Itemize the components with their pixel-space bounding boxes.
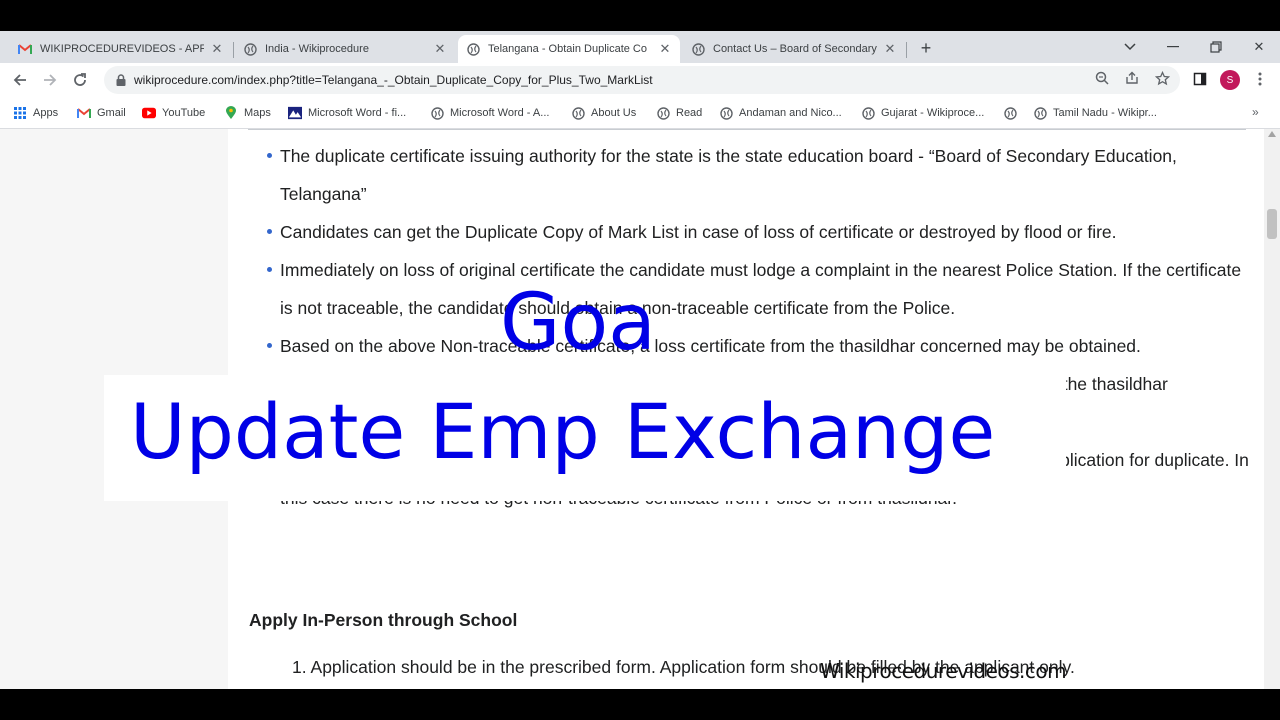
close-icon[interactable]: ✕ — [210, 41, 224, 56]
bookmark-label: Read — [676, 107, 703, 119]
address-bar[interactable]: wikiprocedure.com/index.php?title=Telang… — [104, 66, 1180, 94]
forward-arrow-icon[interactable] — [39, 69, 61, 91]
bookmark-label: Microsoft Word - fi... — [308, 107, 407, 119]
restore-icon[interactable] — [1205, 36, 1227, 58]
globe-icon — [1003, 106, 1017, 120]
minimize-icon[interactable] — [1162, 36, 1184, 58]
bookmark-tamil-nadu[interactable]: Tamil Nadu - Wikipr... — [1033, 105, 1157, 121]
bookmark-label: Tamil Nadu - Wikipr... — [1053, 107, 1157, 119]
bookmark-label: Microsoft Word - A... — [450, 107, 550, 119]
list-item: Based on the above Non-traceable certifi… — [266, 327, 1256, 365]
bookmark-label: Apps — [33, 107, 59, 119]
gmail-icon — [18, 42, 32, 56]
bookmark-word-a[interactable]: Microsoft Word - A... — [430, 105, 549, 121]
bookmark-maps[interactable]: Maps — [224, 105, 271, 121]
bookmark-star-icon[interactable] — [1154, 70, 1170, 86]
back-arrow-icon[interactable] — [9, 69, 31, 91]
gmail-icon — [77, 106, 91, 120]
bookmark-andaman[interactable]: Andaman and Nico... — [719, 105, 842, 121]
side-panel-icon[interactable] — [1191, 70, 1209, 88]
bookmark-read[interactable]: Read — [656, 105, 702, 121]
section-heading: Apply In-Person through School — [249, 610, 518, 630]
url-text: wikiprocedure.com/index.php?title=Telang… — [134, 73, 653, 87]
watermark-text: Wikiprocedurevideos.com — [820, 659, 1067, 683]
tab-separator — [233, 42, 234, 58]
bookmark-label: Gmail — [97, 107, 126, 119]
overlay-title: Update Emp Exchange — [130, 387, 996, 476]
list-item: The duplicate certificate issuing author… — [266, 137, 1256, 213]
globe-icon — [243, 42, 257, 56]
tab-title: Telangana - Obtain Duplicate Co — [488, 43, 647, 55]
bookmark-gujarat[interactable]: Gujarat - Wikiproce... — [861, 105, 984, 121]
profile-avatar[interactable]: S — [1220, 70, 1240, 90]
globe-icon — [719, 106, 733, 120]
bookmarks-bar: Apps Gmail YouTube Maps Microsoft Word -… — [0, 97, 1280, 129]
vertical-scrollbar[interactable] — [1264, 129, 1280, 689]
globe-icon — [1033, 106, 1047, 120]
bookmark-apps[interactable]: Apps — [13, 105, 58, 121]
globe-icon — [430, 106, 444, 120]
bookmark-label: Maps — [244, 107, 271, 119]
tab-0[interactable]: WIKIPROCEDUREVIDEOS - APRIL ✕ — [10, 35, 232, 63]
lock-icon[interactable] — [114, 73, 128, 87]
tab-title: India - Wikiprocedure — [265, 43, 369, 55]
zoom-icon[interactable] — [1094, 70, 1110, 86]
tab-1[interactable]: India - Wikiprocedure ✕ — [235, 35, 455, 63]
toolbar: wikiprocedure.com/index.php?title=Telang… — [0, 63, 1280, 97]
mountain-icon — [288, 106, 302, 120]
overlay-state-label: Goa — [500, 278, 656, 368]
tab-title: WIKIPROCEDUREVIDEOS - APRIL — [40, 43, 204, 55]
tab-strip: WIKIPROCEDUREVIDEOS - APRIL ✕ India - Wi… — [0, 31, 1280, 63]
letterbox-bottom — [0, 689, 1280, 720]
close-icon[interactable]: ✕ — [883, 41, 897, 56]
globe-icon — [691, 42, 705, 56]
share-icon[interactable] — [1124, 70, 1140, 86]
tab-separator — [906, 42, 907, 58]
tab-title: Contact Us – Board of Secondary — [713, 43, 877, 55]
globe-icon — [656, 106, 670, 120]
close-icon[interactable]: ✕ — [433, 41, 447, 56]
bookmark-label: About Us — [591, 107, 637, 119]
tab-3[interactable]: Contact Us – Board of Secondary ✕ — [683, 35, 905, 63]
bookmark-gmail[interactable]: Gmail — [77, 105, 126, 121]
bookmark-word-fi[interactable]: Microsoft Word - fi... — [288, 105, 406, 121]
close-icon[interactable]: ✕ — [658, 41, 672, 56]
content-divider — [248, 129, 1246, 130]
chevron-right-double-icon[interactable]: » — [1252, 105, 1259, 119]
apps-grid-icon — [13, 106, 27, 120]
bookmark-label: YouTube — [162, 107, 206, 119]
tab-2-active[interactable]: Telangana - Obtain Duplicate Co ✕ — [458, 35, 680, 63]
bookmark-label: Andaman and Nico... — [739, 107, 842, 119]
scroll-up-arrow-icon[interactable] — [1268, 131, 1276, 137]
globe-icon — [571, 106, 585, 120]
bookmark-label: Gujarat - Wikiproce... — [881, 107, 985, 119]
kebab-menu-icon[interactable] — [1251, 70, 1269, 88]
bookmark-about-us[interactable]: About Us — [571, 105, 636, 121]
close-window-icon[interactable]: ✕ — [1248, 36, 1270, 58]
tab-search-icon[interactable] — [1119, 36, 1141, 58]
scrollbar-thumb[interactable] — [1267, 209, 1277, 239]
list-item: Immediately on loss of original certific… — [266, 251, 1256, 327]
bookmark-youtube[interactable]: YouTube — [142, 105, 205, 121]
globe-icon — [466, 42, 480, 56]
maps-pin-icon — [224, 106, 238, 120]
browser-chrome: WIKIPROCEDUREVIDEOS - APRIL ✕ India - Wi… — [0, 31, 1280, 129]
globe-icon — [861, 106, 875, 120]
list-number: 1. — [292, 657, 307, 677]
list-item: Candidates can get the Duplicate Copy of… — [266, 213, 1256, 251]
letterbox-top — [0, 0, 1280, 31]
reload-icon[interactable] — [69, 69, 91, 91]
bookmark-untitled[interactable] — [1003, 105, 1023, 121]
youtube-icon — [142, 106, 156, 120]
new-tab-button[interactable]: + — [916, 38, 936, 58]
